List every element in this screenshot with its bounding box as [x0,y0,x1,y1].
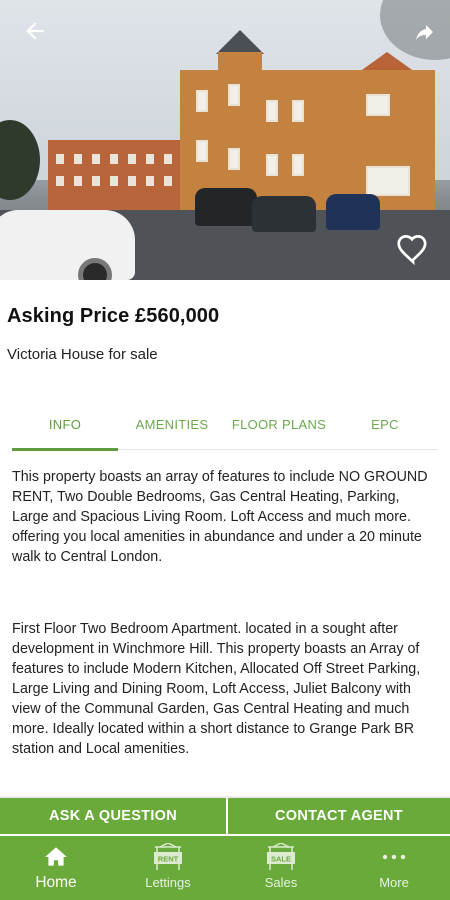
property-photo [0,0,450,280]
sale-sign-text: SALE [271,855,291,864]
nav-lettings[interactable]: RENT Lettings [112,836,224,900]
description-paragraph: First Floor Two Bedroom Apartment. locat… [12,621,421,757]
sale-sign-icon: SALE [267,843,295,870]
asking-price: Asking Price £560,000 [7,305,220,327]
ask-question-button[interactable]: ASK A QUESTION [0,798,226,834]
car [0,210,135,280]
nav-lettings-label: Lettings [145,875,191,890]
contact-agent-button[interactable]: CONTACT AGENT [228,798,450,834]
home-icon [45,847,67,866]
detail-tabs: INFO AMENITIES FLOOR PLANS EPC [12,408,438,451]
nav-sales-label: Sales [264,875,298,890]
nav-home-label: Home [35,874,77,891]
rent-sign-text: RENT [158,855,179,864]
nav-sales[interactable]: SALE Sales [225,836,337,900]
nav-home[interactable]: Home [0,836,112,900]
tab-epc[interactable]: EPC [332,408,438,450]
favorite-button[interactable] [395,231,431,267]
car [195,188,257,226]
nav-more[interactable]: More [338,836,450,900]
action-bar: ASK A QUESTION CONTACT AGENT [0,798,450,834]
bottom-navigation: Home RENT Lettings SALE Sales More [0,836,450,900]
tab-floor-plans[interactable]: FLOOR PLANS [226,408,332,450]
description-paragraph: This property boasts an array of feature… [12,469,428,565]
car [252,196,316,232]
building-left [48,140,188,210]
tower-roof [216,30,264,54]
share-button[interactable] [412,20,436,44]
tab-indicator [12,448,118,451]
back-button[interactable] [22,18,52,48]
tab-amenities[interactable]: AMENITIES [118,408,226,450]
share-icon [416,25,433,40]
tab-info[interactable]: INFO [12,408,118,450]
nav-more-label: More [379,875,409,890]
rent-sign-icon: RENT [154,843,182,870]
property-title: Victoria House for sale [7,346,158,363]
heart-outline-icon [397,235,427,266]
more-dots-icon [382,854,406,860]
car [326,194,380,230]
arrow-back-icon [26,22,44,40]
